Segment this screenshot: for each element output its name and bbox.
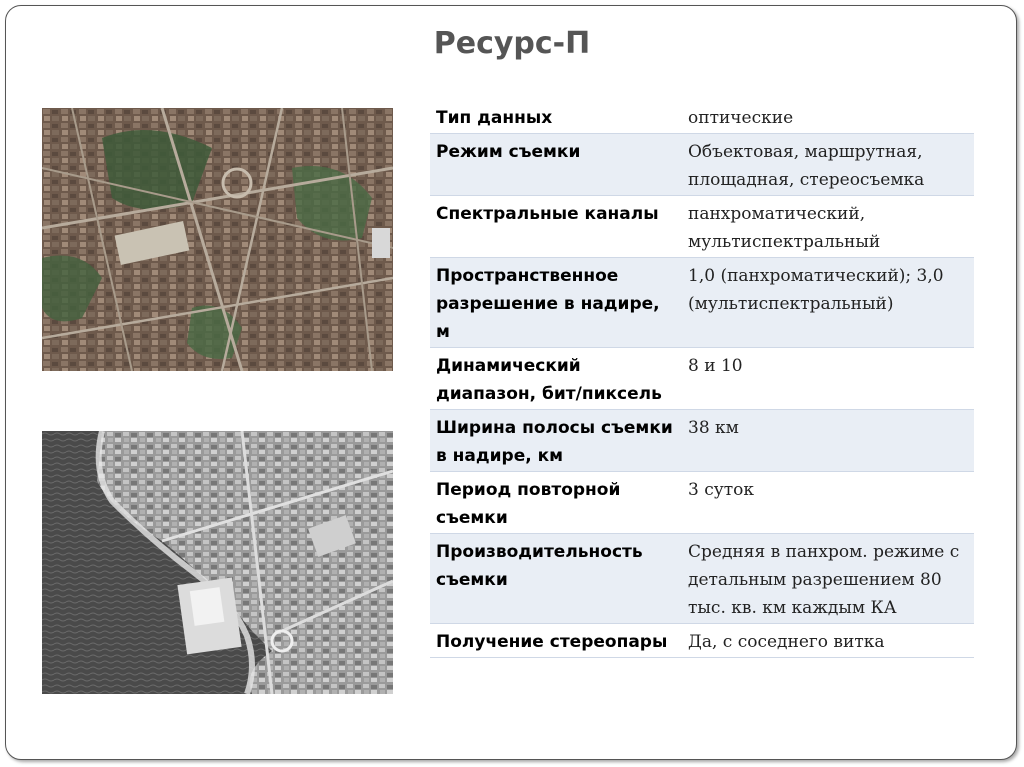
table-row: Спектральные каналы панхроматический, му… <box>430 195 974 258</box>
row-label: Период повторной съемки <box>430 471 682 534</box>
row-label: Спектральные каналы <box>430 195 682 258</box>
table-row: Получение стереопары Да, с соседнего вит… <box>430 623 974 658</box>
row-value: оптические <box>682 100 974 134</box>
table-row: Тип данных оптические <box>430 100 974 134</box>
row-value: панхроматический, мультиспектральный <box>682 195 974 258</box>
row-value: 3 суток <box>682 471 974 534</box>
row-label: Производительность съемки <box>430 533 682 624</box>
row-label: Ширина полосы съемки в надире, км <box>430 409 682 472</box>
satellite-image-color <box>42 108 393 371</box>
row-label: Динамический диапазон, бит/пиксель <box>430 347 682 410</box>
satellite-image-bw <box>42 431 393 694</box>
table-row: Ширина полосы съемки в надире, км 38 км <box>430 409 974 472</box>
row-value: Да, с соседнего витка <box>682 623 974 658</box>
row-label: Пространственное разрешение в надире, м <box>430 257 682 348</box>
spec-table: Тип данных оптические Режим съемки Объек… <box>430 100 974 658</box>
row-label: Тип данных <box>430 100 682 134</box>
table-row: Режим съемки Объектовая, маршрутная, пло… <box>430 133 974 196</box>
row-value: 1,0 (панхроматический); 3,0 (мультиспект… <box>682 257 974 348</box>
row-value: 8 и 10 <box>682 347 974 410</box>
table-row: Период повторной съемки 3 суток <box>430 471 974 534</box>
table-row: Пространственное разрешение в надире, м … <box>430 257 974 348</box>
row-label: Режим съемки <box>430 133 682 196</box>
table-row: Динамический диапазон, бит/пиксель 8 и 1… <box>430 347 974 410</box>
row-value: Средняя в панхром. режиме с детальным ра… <box>682 533 974 624</box>
row-value: 38 км <box>682 409 974 472</box>
row-label: Получение стереопары <box>430 623 682 658</box>
row-value: Объектовая, маршрутная, площадная, стере… <box>682 133 974 196</box>
table-row: Производительность съемки Средняя в панх… <box>430 533 974 624</box>
slide-title: Ресурс-П <box>433 26 591 61</box>
